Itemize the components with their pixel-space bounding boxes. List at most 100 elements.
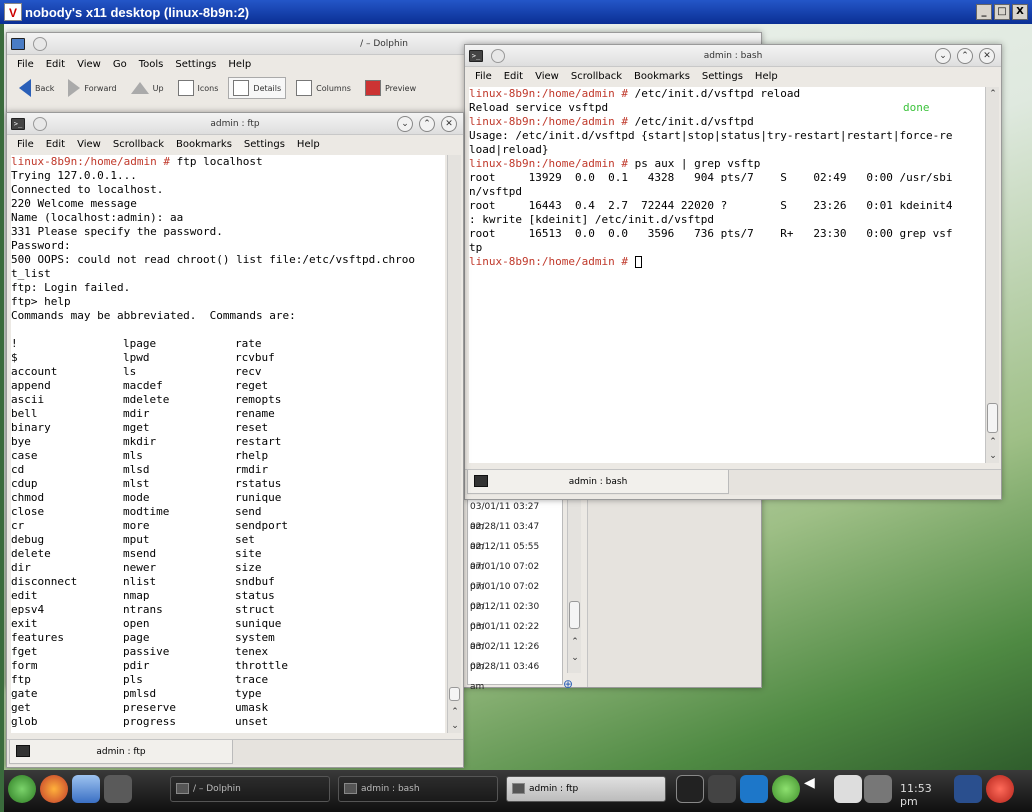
menu-settings[interactable]: Settings: [698, 71, 751, 82]
file-date: 03/01/11 03:27 am: [470, 502, 540, 532]
menu-view[interactable]: View: [73, 59, 109, 70]
ftp-tab[interactable]: admin : ftp: [9, 740, 233, 764]
ftp-titlebar[interactable]: >_ admin : ftp ⌄ ⌃ ✕: [7, 113, 463, 135]
command-name: site: [235, 547, 262, 560]
scroll-down-icon[interactable]: ⌄: [448, 719, 462, 733]
menu-bookmarks[interactable]: Bookmarks: [172, 139, 240, 150]
clock[interactable]: 11:53 pm: [900, 782, 950, 808]
command-name: gate: [11, 687, 38, 700]
terminal-line: 331 Please specify the password.: [11, 225, 445, 239]
menu-bookmarks[interactable]: Bookmarks: [630, 71, 698, 82]
minimize-button[interactable]: ⌄: [935, 48, 951, 64]
forward-arrow-icon: [68, 79, 81, 97]
menu-view[interactable]: View: [73, 139, 109, 150]
ftp-scrollbar[interactable]: ⌃ ⌄: [447, 155, 461, 733]
scroll-down-icon[interactable]: ⌄: [986, 449, 1000, 463]
menu-help[interactable]: Help: [751, 71, 786, 82]
close-button[interactable]: ✕: [441, 116, 457, 132]
terminal-line: linux-8b9n:/home/admin # /etc/init.d/vsf…: [469, 115, 985, 129]
details-view-icon: [233, 80, 250, 96]
command-name: sndbuf: [235, 575, 275, 588]
command-row: append macdef reget: [11, 379, 445, 393]
bash-tab[interactable]: admin : bash: [467, 470, 729, 494]
menu-settings[interactable]: Settings: [171, 59, 224, 70]
ftp-scroll-thumb[interactable]: [449, 687, 460, 701]
info-icon[interactable]: [864, 775, 892, 803]
columns-view-button[interactable]: Columns: [292, 78, 355, 98]
task-bash[interactable]: admin : bash: [338, 776, 498, 802]
menu-edit[interactable]: Edit: [42, 139, 73, 150]
power-icon[interactable]: [986, 775, 1014, 803]
vnc-close-button[interactable]: X: [1012, 4, 1028, 20]
command-name: lpwd: [123, 351, 150, 364]
details-view-button[interactable]: Details: [228, 77, 287, 99]
bash-titlebar[interactable]: >_ admin : bash ⌄ ⌃ ✕: [465, 45, 1001, 67]
menu-edit[interactable]: Edit: [42, 59, 73, 70]
terminal-task-icon: [512, 783, 525, 794]
vnc-maximize-button[interactable]: □: [994, 4, 1010, 20]
arrow-left-icon[interactable]: ◀: [804, 775, 818, 803]
command-name: disconnect: [11, 575, 78, 588]
command-name: tenex: [235, 645, 269, 658]
terminal-line: root 16513 0.0 0.0 3596 736 pts/7 R+ 23:…: [469, 227, 985, 241]
konsole-tray-icon[interactable]: [676, 775, 704, 803]
update-tray-icon[interactable]: [740, 775, 768, 803]
ftp-terminal-output[interactable]: linux-8b9n:/home/admin # ftp localhost Tr…: [11, 155, 445, 733]
command-name: rstatus: [235, 477, 282, 490]
scroll-up-icon[interactable]: ⌃: [986, 435, 1000, 449]
terminal-text: t_list: [11, 267, 51, 280]
back-button[interactable]: Back: [15, 77, 58, 99]
menu-settings[interactable]: Settings: [240, 139, 293, 150]
preview-button[interactable]: Preview: [361, 78, 420, 98]
command-name: progress: [123, 715, 176, 728]
menu-file[interactable]: File: [13, 139, 42, 150]
terminal-text: /etc/init.d/vsftpd: [627, 115, 754, 128]
menu-scrollback[interactable]: Scrollback: [109, 139, 172, 150]
bash-scroll-thumb[interactable]: [987, 403, 998, 433]
menu-view[interactable]: View: [531, 71, 567, 82]
menu-file[interactable]: File: [13, 59, 42, 70]
command-name: lpage: [123, 337, 157, 350]
menu-file[interactable]: File: [471, 71, 500, 82]
clipboard-icon[interactable]: [834, 775, 862, 803]
zoom-icon[interactable]: ⊕: [563, 677, 573, 691]
scroll-up-icon[interactable]: ⌃: [448, 705, 462, 719]
apps-icon[interactable]: [104, 775, 132, 803]
scroll-down-icon[interactable]: ⌄: [568, 651, 582, 665]
menu-scrollback[interactable]: Scrollback: [567, 71, 630, 82]
terminal-text: Commands may be abbreviated. Commands ar…: [11, 309, 296, 322]
command-row: get preserve umask: [11, 701, 445, 715]
menu-help[interactable]: Help: [224, 59, 259, 70]
up-button[interactable]: Up: [127, 80, 168, 96]
command-row: cd mlsd rmdir: [11, 463, 445, 477]
close-button[interactable]: ✕: [979, 48, 995, 64]
dolphin-scroll-thumb[interactable]: [569, 601, 580, 629]
kde-menu-icon[interactable]: [8, 775, 36, 803]
file-manager-icon[interactable]: [72, 775, 100, 803]
menu-tools[interactable]: Tools: [135, 59, 172, 70]
network-tray-icon[interactable]: [708, 775, 736, 803]
terminal-line: tp: [469, 241, 985, 255]
dolphin-scrollbar[interactable]: ⌃ ⌄: [567, 497, 581, 673]
maximize-button[interactable]: ⌃: [419, 116, 435, 132]
maximize-button[interactable]: ⌃: [957, 48, 973, 64]
command-row: cdup mlst rstatus: [11, 477, 445, 491]
menu-edit[interactable]: Edit: [500, 71, 531, 82]
menu-help[interactable]: Help: [293, 139, 328, 150]
icons-view-button[interactable]: Icons: [174, 78, 223, 98]
bash-terminal-output[interactable]: linux-8b9n:/home/admin # /etc/init.d/vsf…: [469, 87, 985, 463]
task-dolphin[interactable]: / – Dolphin: [170, 776, 330, 802]
scroll-up-icon[interactable]: ⌃: [568, 635, 582, 649]
scroll-up-icon[interactable]: ⌃: [986, 87, 1000, 101]
firefox-icon[interactable]: [40, 775, 68, 803]
bash-scrollbar[interactable]: ⌃ ⌃ ⌄: [985, 87, 999, 463]
menu-go[interactable]: Go: [109, 59, 135, 70]
lock-icon[interactable]: [954, 775, 982, 803]
task-ftp[interactable]: admin : ftp: [506, 776, 666, 802]
minimize-button[interactable]: ⌄: [397, 116, 413, 132]
package-tray-icon[interactable]: [772, 775, 800, 803]
forward-button[interactable]: Forward: [64, 77, 120, 99]
vnc-minimize-button[interactable]: _: [976, 4, 992, 20]
command-name: bell: [11, 407, 38, 420]
command-name: ascii: [11, 393, 45, 406]
